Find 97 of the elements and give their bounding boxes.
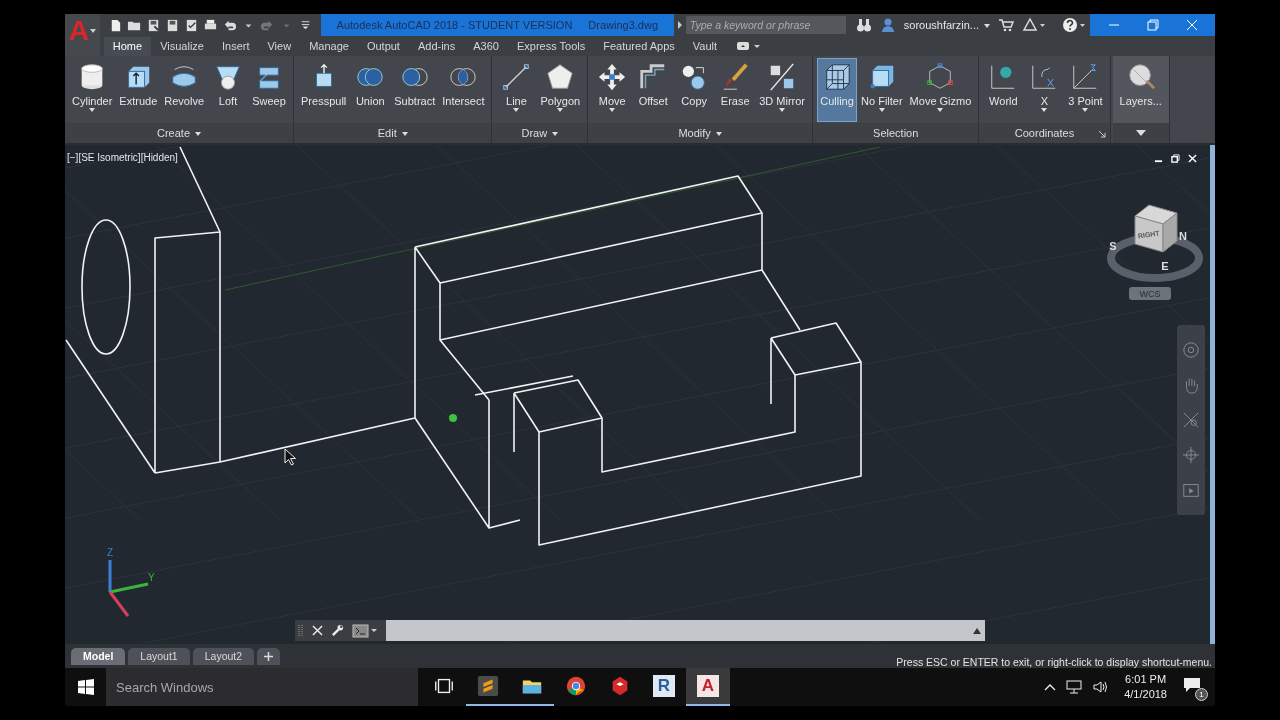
ribbon-tool-button[interactable]: No Filter <box>858 58 906 122</box>
orbit-icon[interactable] <box>1182 445 1200 464</box>
cart-icon[interactable] <box>998 17 1014 33</box>
panel-title[interactable]: Selection <box>869 127 923 139</box>
snap-marker <box>449 414 457 422</box>
restore-button[interactable] <box>1171 154 1180 163</box>
ribbon-tab[interactable]: Manage <box>300 37 358 56</box>
layout-tab[interactable]: Layout1 <box>128 647 190 665</box>
caret-up-icon <box>973 627 981 634</box>
launcher-icon[interactable] <box>1097 130 1106 138</box>
ribbon-tool-button[interactable]: 3 Point <box>1065 58 1106 122</box>
status-message: Press ESC or ENTER to exit, or right-click to display shortcut-menu. <box>896 656 1212 668</box>
axis-label: Y <box>148 572 155 583</box>
chrome-icon <box>565 675 587 697</box>
ribbon-tool-button[interactable]: Intersect <box>439 58 488 122</box>
ribbon-toggle-icon[interactable] <box>736 40 763 52</box>
close-button[interactable] <box>1188 154 1197 163</box>
close-icon[interactable] <box>312 625 323 636</box>
prompt-icon[interactable] <box>352 623 378 638</box>
ribbon-tool-button[interactable]: Loft <box>208 58 249 122</box>
ribbon-tab[interactable]: Insert <box>212 37 259 56</box>
notification-badge: 1 <box>1195 688 1208 701</box>
ribbon-tool-button[interactable]: Culling <box>817 58 858 122</box>
file-name: Drawing3.dwg <box>588 19 659 31</box>
layout-tab[interactable]: Model <box>71 647 126 665</box>
wrench-icon[interactable] <box>331 624 344 637</box>
ribbon-tool-button[interactable]: Revolve <box>161 58 208 122</box>
taskbar-app-button[interactable]: A <box>686 668 730 706</box>
ribbon-tool-button[interactable]: Copy <box>674 58 715 122</box>
panel-title[interactable]: Modify <box>674 127 726 139</box>
steering-wheel-icon[interactable] <box>1182 341 1200 360</box>
ribbon-tool-button[interactable]: Subtract <box>391 58 439 122</box>
compass-letter[interactable]: E <box>1161 260 1169 272</box>
axis-label: Z <box>107 547 114 558</box>
ribbon-tab[interactable]: Output <box>357 37 409 56</box>
clock-time[interactable]: 6:01 PM <box>1125 672 1167 687</box>
search-field[interactable]: Type a keyword or phrase <box>685 16 846 34</box>
compass-letter[interactable]: S <box>1109 240 1117 252</box>
ribbon-tool-button[interactable]: Sweep <box>249 58 290 122</box>
autocad-logo: A <box>697 675 719 697</box>
user-menu-button[interactable]: soroushfarzin... <box>899 19 994 31</box>
ribbon-tool-button[interactable]: Line <box>496 58 537 122</box>
cursor-icon <box>284 448 296 466</box>
ribbon-tab[interactable]: Express Tools <box>507 37 595 56</box>
help-icon[interactable] <box>1062 17 1086 33</box>
add-layout-button[interactable] <box>257 647 281 665</box>
panel-title[interactable]: Edit <box>373 127 412 139</box>
viewport-label[interactable]: [−][SE Isometric][Hidden] <box>67 152 178 163</box>
ribbon-tool-button[interactable]: Layers... <box>1116 58 1165 122</box>
ribbon-tool-button[interactable]: Erase <box>715 58 756 122</box>
app-title: Autodesk AutoCAD 2018 - STUDENT VERSION <box>336 19 573 31</box>
ribbon-tool-button[interactable]: Presspull <box>298 58 350 122</box>
binoculars-icon[interactable] <box>855 17 872 33</box>
ribbon-tab[interactable]: Home <box>103 37 152 56</box>
ribbon-tab[interactable]: Vault <box>683 37 727 56</box>
clock-date[interactable]: 4/1/2018 <box>1124 687 1167 702</box>
compass-letter[interactable]: N <box>1179 230 1187 242</box>
sublime-icon <box>477 675 499 697</box>
panel-title[interactable]: Create <box>153 127 206 139</box>
ribbon-tab[interactable]: Visualize <box>151 37 213 56</box>
plus-icon <box>264 651 274 661</box>
volume-icon[interactable] <box>1092 680 1109 694</box>
zoom-icon[interactable] <box>1182 411 1200 429</box>
ribbon-tool-button[interactable]: Extrude <box>116 58 161 122</box>
ribbon-tool-button[interactable]: X <box>1024 58 1065 122</box>
ribbon-tab[interactable]: View <box>258 37 301 56</box>
search-field[interactable]: Search Windows <box>106 668 418 706</box>
ribbon-tool-button[interactable]: Move Gizmo <box>906 58 975 122</box>
ribbon-tab[interactable]: A360 <box>464 37 508 56</box>
chevron-up-icon[interactable] <box>1044 683 1057 691</box>
notification-icon[interactable] <box>1183 677 1201 693</box>
command-history-button[interactable] <box>969 620 985 641</box>
ribbon-tool-button[interactable]: Polygon <box>537 58 584 122</box>
taskbar-app-button[interactable]: R <box>642 668 686 706</box>
pentagon-icon <box>545 62 576 92</box>
windows-start-icon[interactable] <box>78 679 94 695</box>
grip-handle[interactable] <box>298 622 304 639</box>
revit-logo: R <box>653 675 675 697</box>
triangle-menu-icon[interactable] <box>1022 17 1046 33</box>
line-icon <box>501 62 532 92</box>
ribbon-tool-button[interactable]: Offset <box>633 58 674 122</box>
view-cube[interactable] <box>1134 204 1178 253</box>
ribbon-tab[interactable]: Featured Apps <box>594 37 684 56</box>
user-icon[interactable] <box>879 17 896 33</box>
ribbon-tool-button[interactable]: 3D Mirror <box>756 58 809 122</box>
ribbon-tool-button[interactable]: Union <box>350 58 391 122</box>
caret-icon[interactable] <box>1135 130 1146 136</box>
ribbon-tab[interactable]: Add-ins <box>408 37 465 56</box>
layout-tab[interactable]: Layout2 <box>192 647 255 665</box>
command-input[interactable] <box>386 620 969 641</box>
ucs-icon <box>108 560 149 617</box>
gizmo-icon <box>925 62 956 92</box>
ribbon-tool-button[interactable]: World <box>983 58 1024 122</box>
move-arrows-icon <box>597 62 628 92</box>
network-icon[interactable] <box>1066 680 1083 694</box>
ribbon-tool-button[interactable]: Cylinder <box>69 58 116 122</box>
ribbon-tool-button[interactable]: Move <box>592 58 633 122</box>
